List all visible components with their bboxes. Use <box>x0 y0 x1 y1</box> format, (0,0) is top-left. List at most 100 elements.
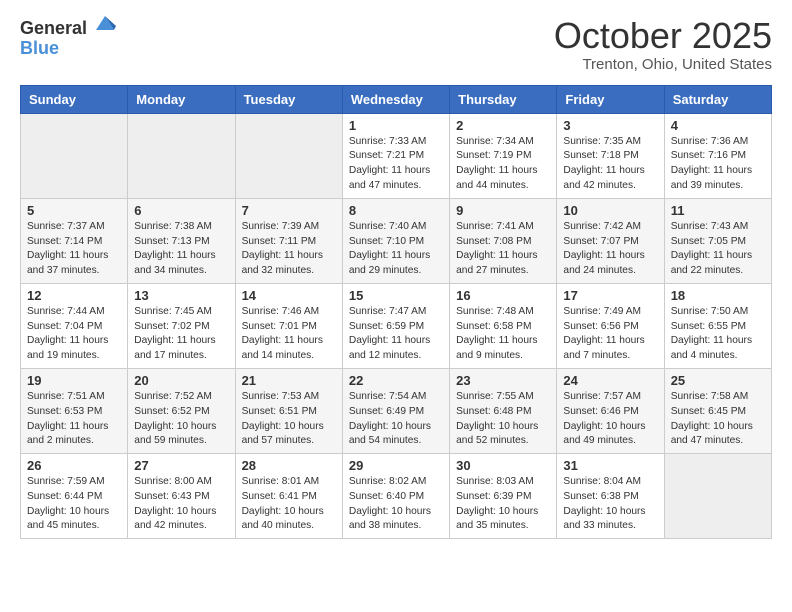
day-number: 29 <box>349 458 443 473</box>
day-info: Sunrise: 7:34 AM Sunset: 7:19 PM Dayligh… <box>456 135 550 194</box>
day-number: 11 <box>671 203 765 218</box>
day-number: 10 <box>563 203 657 218</box>
day-info: Sunrise: 7:58 AM Sunset: 6:45 PM Dayligh… <box>671 390 765 449</box>
weekday-saturday: Saturday <box>664 85 771 113</box>
day-number: 24 <box>563 373 657 388</box>
day-cell: 7 Sunrise: 7:39 AM Sunset: 7:11 PM Daylig… <box>235 198 342 283</box>
day-number: 26 <box>27 458 121 473</box>
page: General Blue October 2025 Trenton, Ohio,… <box>0 0 792 549</box>
day-number: 8 <box>349 203 443 218</box>
day-number: 1 <box>349 118 443 133</box>
day-info: Sunrise: 8:01 AM Sunset: 6:41 PM Dayligh… <box>242 475 336 534</box>
day-cell: 2 Sunrise: 7:34 AM Sunset: 7:19 PM Daylig… <box>450 113 557 198</box>
day-cell: 28 Sunrise: 8:01 AM Sunset: 6:41 PM Dayli… <box>235 454 342 539</box>
day-info: Sunrise: 7:52 AM Sunset: 6:52 PM Dayligh… <box>134 390 228 449</box>
day-number: 2 <box>456 118 550 133</box>
logo: General Blue <box>20 16 116 59</box>
day-cell: 8 Sunrise: 7:40 AM Sunset: 7:10 PM Daylig… <box>342 198 449 283</box>
day-number: 19 <box>27 373 121 388</box>
day-info: Sunrise: 7:53 AM Sunset: 6:51 PM Dayligh… <box>242 390 336 449</box>
day-cell: 30Sunrise: 8:03 AM Sunset: 6:39 PM Dayli… <box>450 454 557 539</box>
day-number: 9 <box>456 203 550 218</box>
day-cell: 24 Sunrise: 7:57 AM Sunset: 6:46 PM Dayli… <box>557 368 664 453</box>
day-info: Sunrise: 7:39 AM Sunset: 7:11 PM Dayligh… <box>242 220 336 279</box>
day-cell: 11 Sunrise: 7:43 AM Sunset: 7:05 PM Dayli… <box>664 198 771 283</box>
day-cell: 18Sunrise: 7:50 AM Sunset: 6:55 PM Dayli… <box>664 283 771 368</box>
day-cell: 16Sunrise: 7:48 AM Sunset: 6:58 PM Dayli… <box>450 283 557 368</box>
day-info: Sunrise: 7:42 AM Sunset: 7:07 PM Dayligh… <box>563 220 657 279</box>
logo-blue: Blue <box>20 38 59 58</box>
day-info: Sunrise: 7:43 AM Sunset: 7:05 PM Dayligh… <box>671 220 765 279</box>
day-cell: 17Sunrise: 7:49 AM Sunset: 6:56 PM Dayli… <box>557 283 664 368</box>
day-cell: 6 Sunrise: 7:38 AM Sunset: 7:13 PM Daylig… <box>128 198 235 283</box>
day-number: 27 <box>134 458 228 473</box>
day-cell: 31 Sunrise: 8:04 AM Sunset: 6:38 PM Dayli… <box>557 454 664 539</box>
day-cell: 22Sunrise: 7:54 AM Sunset: 6:49 PM Dayli… <box>342 368 449 453</box>
weekday-tuesday: Tuesday <box>235 85 342 113</box>
day-cell <box>128 113 235 198</box>
logo-general: General <box>20 18 87 38</box>
day-number: 31 <box>563 458 657 473</box>
day-info: Sunrise: 7:44 AM Sunset: 7:04 PM Dayligh… <box>27 305 121 364</box>
day-cell: 21 Sunrise: 7:53 AM Sunset: 6:51 PM Dayli… <box>235 368 342 453</box>
day-info: Sunrise: 7:47 AM Sunset: 6:59 PM Dayligh… <box>349 305 443 364</box>
day-number: 5 <box>27 203 121 218</box>
day-cell: 27Sunrise: 8:00 AM Sunset: 6:43 PM Dayli… <box>128 454 235 539</box>
day-info: Sunrise: 7:51 AM Sunset: 6:53 PM Dayligh… <box>27 390 121 449</box>
day-cell: 3Sunrise: 7:35 AM Sunset: 7:18 PM Daylig… <box>557 113 664 198</box>
day-number: 13 <box>134 288 228 303</box>
day-cell: 26Sunrise: 7:59 AM Sunset: 6:44 PM Dayli… <box>21 454 128 539</box>
day-number: 25 <box>671 373 765 388</box>
day-info: Sunrise: 8:03 AM Sunset: 6:39 PM Dayligh… <box>456 475 550 534</box>
day-info: Sunrise: 7:55 AM Sunset: 6:48 PM Dayligh… <box>456 390 550 449</box>
day-info: Sunrise: 7:40 AM Sunset: 7:10 PM Dayligh… <box>349 220 443 279</box>
month-title: October 2025 <box>554 16 772 56</box>
day-cell: 23Sunrise: 7:55 AM Sunset: 6:48 PM Dayli… <box>450 368 557 453</box>
day-number: 6 <box>134 203 228 218</box>
day-cell: 5Sunrise: 7:37 AM Sunset: 7:14 PM Daylig… <box>21 198 128 283</box>
day-info: Sunrise: 7:38 AM Sunset: 7:13 PM Dayligh… <box>134 220 228 279</box>
day-number: 3 <box>563 118 657 133</box>
day-cell: 1 Sunrise: 7:33 AM Sunset: 7:21 PM Daylig… <box>342 113 449 198</box>
day-cell: 15 Sunrise: 7:47 AM Sunset: 6:59 PM Dayli… <box>342 283 449 368</box>
day-info: Sunrise: 7:45 AM Sunset: 7:02 PM Dayligh… <box>134 305 228 364</box>
day-number: 18 <box>671 288 765 303</box>
day-number: 7 <box>242 203 336 218</box>
day-cell: 10 Sunrise: 7:42 AM Sunset: 7:07 PM Dayli… <box>557 198 664 283</box>
day-info: Sunrise: 7:49 AM Sunset: 6:56 PM Dayligh… <box>563 305 657 364</box>
day-cell: 14 Sunrise: 7:46 AM Sunset: 7:01 PM Dayli… <box>235 283 342 368</box>
day-number: 22 <box>349 373 443 388</box>
day-cell: 29 Sunrise: 8:02 AM Sunset: 6:40 PM Dayli… <box>342 454 449 539</box>
day-info: Sunrise: 8:02 AM Sunset: 6:40 PM Dayligh… <box>349 475 443 534</box>
week-row-0: 1 Sunrise: 7:33 AM Sunset: 7:21 PM Daylig… <box>21 113 772 198</box>
day-cell: 25 Sunrise: 7:58 AM Sunset: 6:45 PM Dayli… <box>664 368 771 453</box>
day-number: 21 <box>242 373 336 388</box>
day-info: Sunrise: 7:46 AM Sunset: 7:01 PM Dayligh… <box>242 305 336 364</box>
weekday-thursday: Thursday <box>450 85 557 113</box>
title-section: October 2025 Trenton, Ohio, United State… <box>554 16 772 73</box>
day-number: 14 <box>242 288 336 303</box>
day-number: 4 <box>671 118 765 133</box>
day-number: 15 <box>349 288 443 303</box>
day-cell: 20Sunrise: 7:52 AM Sunset: 6:52 PM Dayli… <box>128 368 235 453</box>
weekday-header-row: SundayMondayTuesdayWednesdayThursdayFrid… <box>21 85 772 113</box>
week-row-4: 26Sunrise: 7:59 AM Sunset: 6:44 PM Dayli… <box>21 454 772 539</box>
week-row-2: 12 Sunrise: 7:44 AM Sunset: 7:04 PM Dayli… <box>21 283 772 368</box>
weekday-sunday: Sunday <box>21 85 128 113</box>
day-info: Sunrise: 8:04 AM Sunset: 6:38 PM Dayligh… <box>563 475 657 534</box>
day-cell: 19 Sunrise: 7:51 AM Sunset: 6:53 PM Dayli… <box>21 368 128 453</box>
day-cell: 13 Sunrise: 7:45 AM Sunset: 7:02 PM Dayli… <box>128 283 235 368</box>
day-cell: 9 Sunrise: 7:41 AM Sunset: 7:08 PM Daylig… <box>450 198 557 283</box>
header: General Blue October 2025 Trenton, Ohio,… <box>20 16 772 73</box>
day-info: Sunrise: 7:41 AM Sunset: 7:08 PM Dayligh… <box>456 220 550 279</box>
day-info: Sunrise: 7:33 AM Sunset: 7:21 PM Dayligh… <box>349 135 443 194</box>
weekday-wednesday: Wednesday <box>342 85 449 113</box>
day-number: 12 <box>27 288 121 303</box>
day-number: 28 <box>242 458 336 473</box>
week-row-3: 19 Sunrise: 7:51 AM Sunset: 6:53 PM Dayli… <box>21 368 772 453</box>
calendar-table: SundayMondayTuesdayWednesdayThursdayFrid… <box>20 85 772 540</box>
week-row-1: 5Sunrise: 7:37 AM Sunset: 7:14 PM Daylig… <box>21 198 772 283</box>
day-cell <box>664 454 771 539</box>
day-info: Sunrise: 7:57 AM Sunset: 6:46 PM Dayligh… <box>563 390 657 449</box>
day-info: Sunrise: 7:48 AM Sunset: 6:58 PM Dayligh… <box>456 305 550 364</box>
